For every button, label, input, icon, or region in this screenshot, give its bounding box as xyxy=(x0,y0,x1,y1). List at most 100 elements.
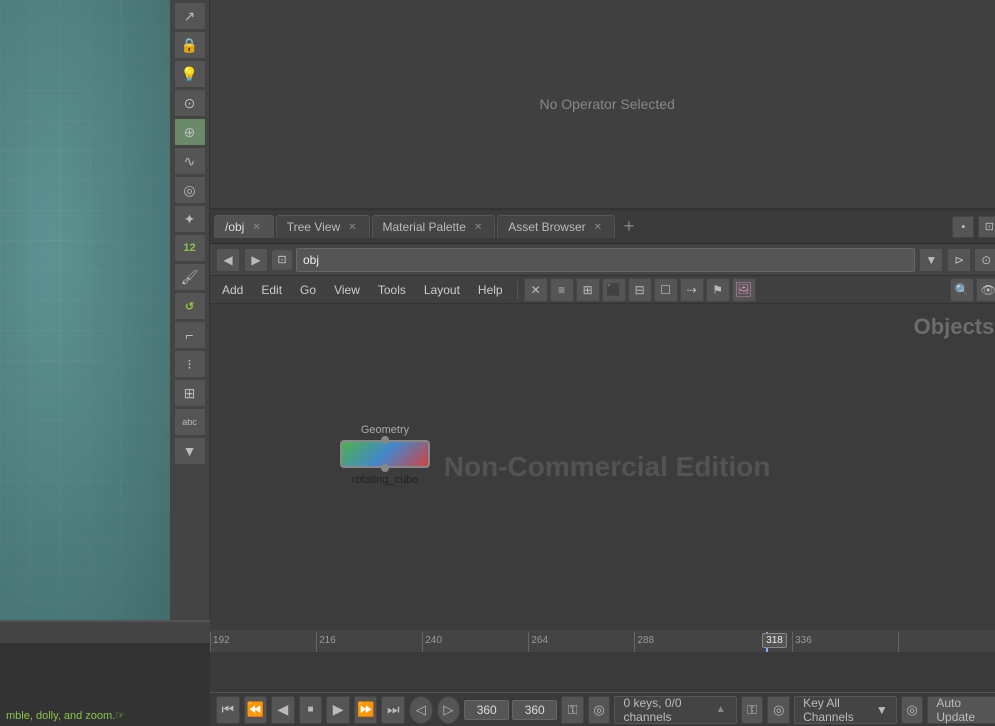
toolbar-search-icon[interactable]: 🔍 xyxy=(950,278,974,302)
frame-start-display[interactable]: 360 xyxy=(464,700,509,720)
addr-pin-btn[interactable]: ⊳ xyxy=(947,248,971,272)
node-geometry-label: Geometry xyxy=(361,424,409,436)
tab-tree-close[interactable]: ✕ xyxy=(346,222,358,233)
toolbar-color-icon[interactable]: ⬛ xyxy=(602,278,626,302)
tab-add-button[interactable]: + xyxy=(617,215,641,239)
menu-tools[interactable]: Tools xyxy=(370,280,414,300)
tool-light[interactable]: 💡 xyxy=(174,60,206,88)
toolbar-list-icon[interactable]: ≡ xyxy=(550,278,574,302)
key-all-icon-btn2[interactable]: ◎ xyxy=(767,696,790,724)
menu-toolbar-icons: ✕ ≡ ⊞ ⬛ ⊟ ☐ ⇢ ⚑ 🖼 xyxy=(524,278,756,302)
addr-forward-btn[interactable]: ▶ xyxy=(244,248,268,272)
node-editor-area[interactable]: Non-Commercial Edition Objects Geometry … xyxy=(210,304,995,630)
key-all-channels-label: Key All Channels xyxy=(803,696,872,724)
tab-obj-close[interactable]: ✕ xyxy=(250,222,262,233)
tab-material-palette[interactable]: Material Palette ✕ xyxy=(372,215,496,238)
tool-select-active[interactable]: ⊕ xyxy=(174,118,206,146)
tab-layout-btn[interactable]: ⊡ xyxy=(978,216,995,238)
menu-go[interactable]: Go xyxy=(292,280,324,300)
addr-path-input[interactable] xyxy=(296,248,915,272)
node-box[interactable] xyxy=(340,440,430,468)
tool-curve[interactable]: ∿ xyxy=(174,147,206,175)
frame-counter-area: 360 360 xyxy=(464,700,557,720)
tab-bar: /obj ✕ Tree View ✕ Material Palette ✕ As… xyxy=(210,210,995,244)
tool-abc[interactable]: abc xyxy=(174,408,206,436)
menu-layout[interactable]: Layout xyxy=(416,280,468,300)
tool-down[interactable]: ▼ xyxy=(174,437,206,465)
addr-dropdown-btn[interactable]: ▼ xyxy=(919,248,943,272)
left-panel: ↗ 🔒 💡 ⊙ ⊕ ∿ ◎ ✦ 12 🖌 ↺ ⌐ ⁝ ⊞ abc ▼ xyxy=(0,0,210,726)
watermark-text: Non-Commercial Edition xyxy=(444,451,771,483)
node-dot-top xyxy=(381,436,389,444)
main-layout: ↗ 🔒 💡 ⊙ ⊕ ∿ ◎ ✦ 12 🖌 ↺ ⌐ ⁝ ⊞ abc ▼ xyxy=(0,0,995,726)
toolbar-vertical: ↗ 🔒 💡 ⊙ ⊕ ∿ ◎ ✦ 12 🖌 ↺ ⌐ ⁝ ⊞ abc ▼ xyxy=(170,0,210,620)
timeline-track[interactable] xyxy=(210,652,995,692)
key-all-channels-box[interactable]: Key All Channels ▼ xyxy=(794,696,897,724)
menu-edit[interactable]: Edit xyxy=(253,280,290,300)
play-reverse-btn[interactable]: ◀ xyxy=(271,696,295,724)
toolbar-image-icon[interactable]: 🖼 xyxy=(732,278,756,302)
addr-sync-btn[interactable]: ⊙ xyxy=(974,248,995,272)
viewport-3d[interactable] xyxy=(0,0,170,620)
menu-add[interactable]: Add xyxy=(214,280,251,300)
stop-btn[interactable]: ■ xyxy=(299,696,323,724)
toolbar-grid-icon[interactable]: ⊞ xyxy=(576,278,600,302)
frame-end-display[interactable]: 360 xyxy=(512,700,557,720)
frame-nav-circle-1[interactable]: ◁ xyxy=(409,696,433,724)
tool-camera[interactable]: ◎ xyxy=(174,176,206,204)
tool-lock[interactable]: 🔒 xyxy=(174,31,206,59)
status-text: mble, dolly, and zoom.☞ xyxy=(0,643,210,726)
next-frame-btn[interactable]: ⏩ xyxy=(354,696,378,724)
tab-collapse-btn[interactable]: ▪ xyxy=(952,216,974,238)
frame-nav-circle-2[interactable]: ▷ xyxy=(437,696,461,724)
keys-icon-btn2[interactable]: ◎ xyxy=(588,696,611,724)
tool-number2[interactable]: ↺ xyxy=(174,292,206,320)
key-all-icon-btn[interactable]: ⚿ xyxy=(741,696,764,724)
timeline-ruler: 192 216 240 264 288 xyxy=(210,630,995,652)
auto-update-btn[interactable]: Auto Update xyxy=(927,696,995,724)
auto-update-icon[interactable]: ◎ xyxy=(901,696,924,724)
node-dot-bottom xyxy=(381,464,389,472)
toolbar-arrow-icon[interactable]: ⇢ xyxy=(680,278,704,302)
tab-asset-close[interactable]: ✕ xyxy=(592,222,604,233)
menu-bar: Add Edit Go View Tools Layout Help ✕ ≡ ⊞… xyxy=(210,276,995,304)
ruler-mark-192: 192 xyxy=(213,635,230,646)
toolbar-wrench-icon[interactable]: ✕ xyxy=(524,278,548,302)
menu-view[interactable]: View xyxy=(326,280,368,300)
bottom-right-panel: ⚿ ◎ 0 keys, 0/0 channels ▲ ⚿ ◎ Key All C… xyxy=(561,696,995,724)
ruler-mark-288: 288 xyxy=(637,635,654,646)
play-btn[interactable]: ▶ xyxy=(326,696,350,724)
jump-start-btn[interactable]: ⏮ xyxy=(216,696,240,724)
tool-nodes[interactable]: ⁝ xyxy=(174,350,206,378)
addr-back-btn[interactable]: ◀ xyxy=(216,248,240,272)
tool-number[interactable]: 12 xyxy=(174,234,206,262)
tool-arrow[interactable]: ↗ xyxy=(174,2,206,30)
tool-grid[interactable]: ⊞ xyxy=(174,379,206,407)
tool-angle[interactable]: ⌐ xyxy=(174,321,206,349)
tool-move[interactable]: ✦ xyxy=(174,205,206,233)
bottom-controls: ⏮ ⏪ ◀ ■ ▶ ⏩ ⏭ ◁ ▷ 360 360 ⚿ ◎ 0 keys, 0/… xyxy=(210,692,995,726)
node-container[interactable]: Geometry rotating_cube xyxy=(340,424,430,486)
menu-help[interactable]: Help xyxy=(470,280,511,300)
ruler-mark-336: 336 xyxy=(795,635,812,646)
toolbar-flag-icon[interactable]: ⚑ xyxy=(706,278,730,302)
properties-panel: No Operator Selected xyxy=(210,0,995,210)
no-operator-message: No Operator Selected xyxy=(539,96,674,112)
tab-obj[interactable]: /obj ✕ xyxy=(214,215,274,238)
tab-tree-label: Tree View xyxy=(287,220,340,234)
status-message: mble, dolly, and zoom.☞ xyxy=(6,709,125,722)
toolbar-split-icon[interactable]: ⊟ xyxy=(628,278,652,302)
toolbar-eye-icon[interactable]: 👁 xyxy=(976,278,995,302)
tool-brush[interactable]: 🖌 xyxy=(174,263,206,291)
key-all-down[interactable]: ▼ xyxy=(876,703,888,717)
tab-tree-view[interactable]: Tree View ✕ xyxy=(276,215,370,238)
tab-asset-browser[interactable]: Asset Browser ✕ xyxy=(497,215,615,238)
jump-end-btn[interactable]: ⏭ xyxy=(381,696,405,724)
keys-info-up[interactable]: ▲ xyxy=(714,701,728,719)
prev-frame-btn[interactable]: ⏪ xyxy=(244,696,268,724)
tab-controls: ▪ ⊡ xyxy=(952,216,995,238)
keys-icon-btn[interactable]: ⚿ xyxy=(561,696,584,724)
toolbar-box-icon[interactable]: ☐ xyxy=(654,278,678,302)
tool-sphere[interactable]: ⊙ xyxy=(174,89,206,117)
tab-material-close[interactable]: ✕ xyxy=(472,222,484,233)
